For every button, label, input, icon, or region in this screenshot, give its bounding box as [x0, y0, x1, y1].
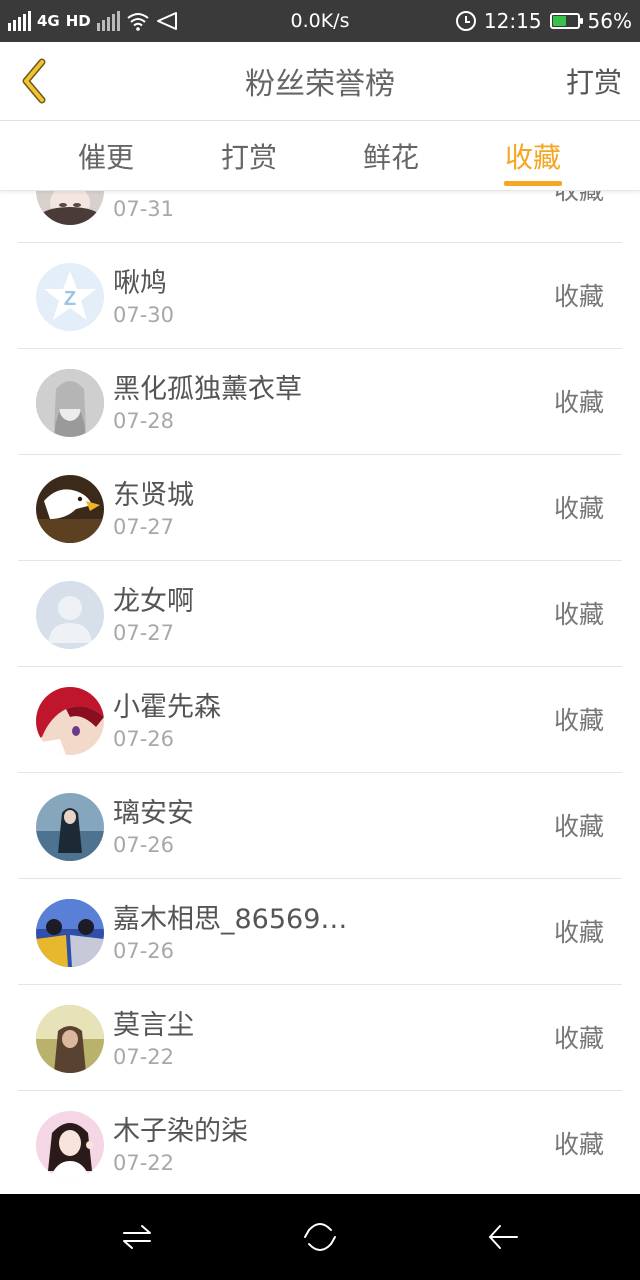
back-arrow-icon [489, 1225, 518, 1249]
battery-level [552, 16, 566, 26]
list-item[interactable]: 小霍先森 07-26 收藏 [0, 667, 640, 773]
avatar[interactable] [36, 475, 104, 543]
avatar[interactable] [36, 369, 104, 437]
back-nav-button[interactable] [478, 1212, 528, 1262]
tab-xianhua[interactable]: 鲜花 [320, 121, 462, 190]
list-item[interactable]: 07-31 收藏 [0, 190, 640, 243]
chevron-left-icon [22, 58, 46, 104]
recent-apps-button[interactable] [112, 1212, 162, 1262]
list-item[interactable]: 龙女啊 07-27 收藏 [0, 561, 640, 667]
fan-date: 07-26 [113, 833, 175, 857]
fan-date: 07-27 [113, 515, 175, 539]
list-item[interactable]: 黑化孤独薰衣草 07-28 收藏 [0, 349, 640, 455]
fan-name: 嘉木相思_86569… [113, 904, 348, 935]
home-button[interactable] [295, 1212, 345, 1262]
avatar[interactable] [36, 687, 104, 755]
list-item[interactable]: 璃安安 07-26 收藏 [0, 773, 640, 879]
fan-date: 07-26 [113, 727, 175, 751]
system-nav-bar [0, 1194, 640, 1280]
status-right: 12:15 56% [455, 0, 632, 42]
fan-name: 璃安安 [113, 798, 194, 829]
tab-shoucang-label: 收藏 [504, 140, 561, 174]
reward-button[interactable]: 打赏 [566, 42, 622, 120]
row-action-label: 收藏 [553, 1024, 604, 1053]
fan-date: 07-22 [113, 1045, 175, 1069]
list-item[interactable]: 嘉木相思_86569… 07-26 收藏 [0, 879, 640, 985]
fan-name: 黑化孤独薰衣草 [113, 374, 302, 405]
row-action-label: 收藏 [553, 812, 604, 841]
row-action-label: 收藏 [553, 1130, 604, 1159]
fan-name: 莫言尘 [113, 1010, 194, 1041]
avatar[interactable] [36, 190, 104, 225]
fan-list-content: 07-31 收藏 Z 啾鸠 07-30 收藏 黑化孤独薰衣草 07-28 收藏 … [0, 190, 640, 1194]
row-action-label: 收藏 [553, 918, 604, 947]
tab-cuigeng[interactable]: 催更 [35, 121, 177, 190]
tab-bar: 催更 打赏 鲜花 收藏 [0, 121, 640, 191]
svg-text:Z: Z [64, 288, 76, 310]
fan-date: 07-30 [113, 303, 175, 327]
row-action-label: 收藏 [553, 600, 604, 629]
fan-date: 07-26 [113, 939, 175, 963]
avatar[interactable] [36, 1005, 104, 1073]
status-bar: 4G HD 0.0K/s 12:15 56% [0, 0, 640, 42]
fan-name: 东贤城 [113, 480, 194, 511]
battery-icon [549, 13, 583, 29]
list-item[interactable]: Z 啾鸠 07-30 收藏 [0, 243, 640, 349]
switch-apps-icon [123, 1225, 151, 1249]
avatar[interactable] [36, 1111, 104, 1179]
fan-date: 07-22 [113, 1151, 175, 1175]
row-action-label: 收藏 [553, 388, 604, 417]
list-item[interactable]: 木子染的柒 07-22 收藏 [0, 1091, 640, 1194]
fan-name: 小霍先森 [113, 692, 221, 723]
list-item[interactable]: 莫言尘 07-22 收藏 [0, 985, 640, 1091]
tab-dashang[interactable]: 打赏 [178, 121, 320, 190]
battery-percent: 56% [587, 9, 632, 33]
avatar[interactable] [36, 899, 104, 967]
page-title: 粉丝荣誉榜 [245, 67, 395, 102]
avatar[interactable] [36, 581, 104, 649]
row-action-label: 收藏 [553, 282, 604, 311]
avatar[interactable] [36, 793, 104, 861]
home-icon [304, 1223, 336, 1251]
fan-date: 07-28 [113, 409, 175, 433]
fan-list[interactable]: 07-31 收藏 Z 啾鸠 07-30 收藏 黑化孤独薰衣草 07-28 收藏 … [0, 190, 640, 1194]
tab-shoucang[interactable]: 收藏 [462, 121, 604, 190]
avatar[interactable]: Z [36, 263, 104, 331]
back-button[interactable] [14, 56, 54, 106]
fan-date: 07-27 [113, 621, 175, 645]
fan-name: 啾鸠 [113, 268, 167, 299]
row-action-label: 收藏 [553, 494, 604, 523]
clock: 12:15 [483, 9, 542, 33]
tab-active-indicator [504, 181, 562, 186]
screen: 4G HD 0.0K/s 12:15 56% 粉丝荣誉榜 打赏 催更 打赏 鲜花… [0, 0, 640, 1280]
fan-name: 木子染的柒 [113, 1116, 248, 1147]
list-item[interactable]: 东贤城 07-27 收藏 [0, 455, 640, 561]
fan-name: 龙女啊 [113, 586, 194, 617]
fan-date: 07-31 [113, 197, 175, 221]
row-action-label: 收藏 [553, 706, 604, 735]
alarm-icon [455, 11, 476, 31]
row-action-label: 收藏 [553, 190, 604, 205]
app-header: 粉丝荣誉榜 打赏 [0, 42, 640, 121]
